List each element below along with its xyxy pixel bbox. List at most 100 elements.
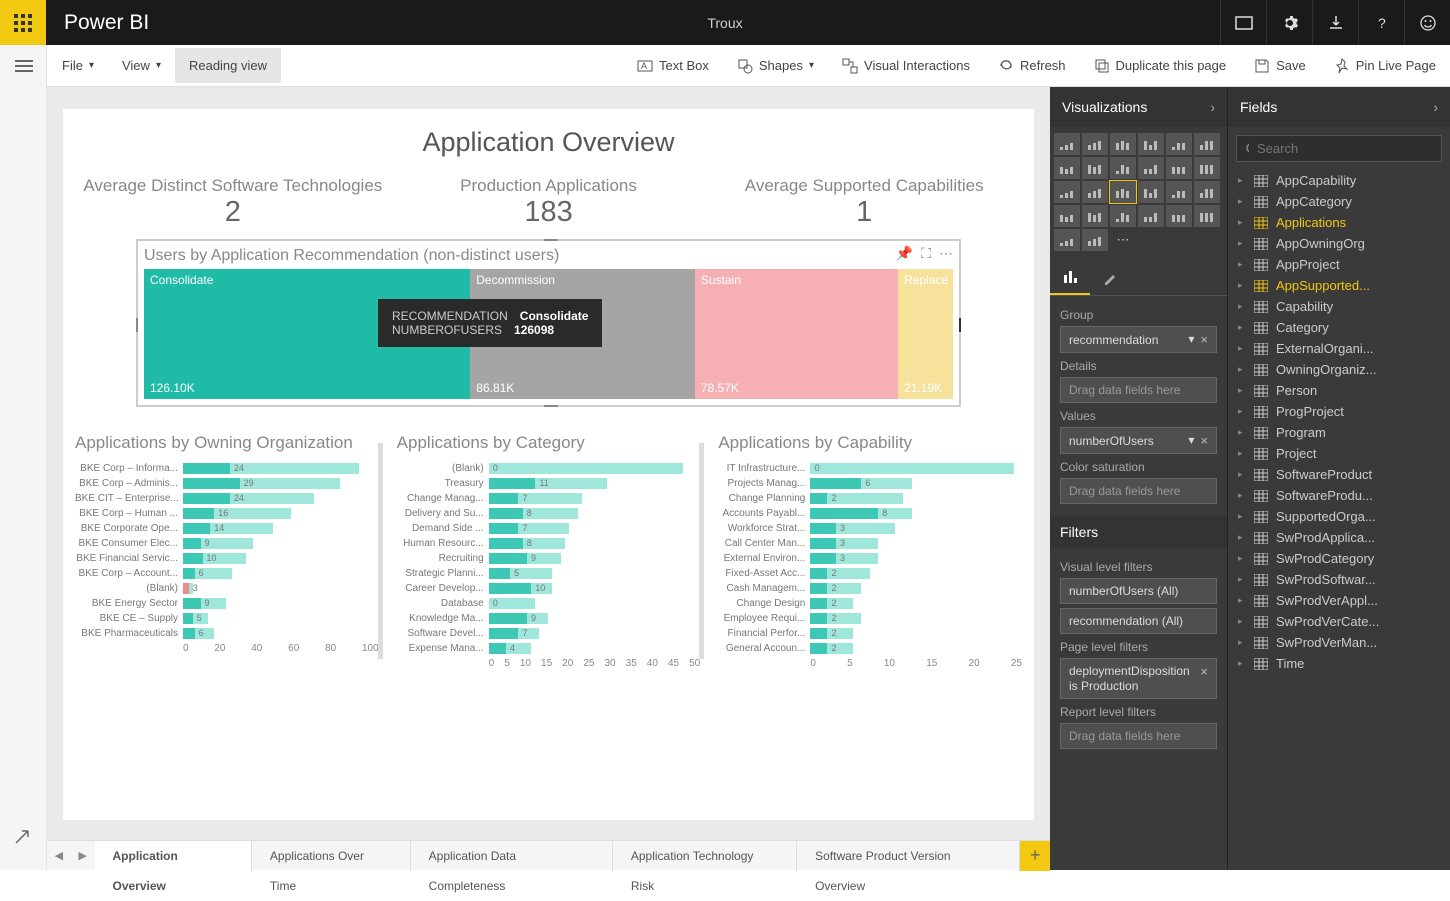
reading-view-button[interactable]: Reading view [175, 48, 281, 83]
bar-row[interactable]: Recruiting9 [397, 551, 701, 566]
page-tab[interactable]: Application Data Completeness [411, 841, 613, 871]
bar-row[interactable]: Change Manag...7 [397, 491, 701, 506]
field-table[interactable]: ▸Project [1228, 443, 1450, 464]
bar-chart-capability[interactable]: Applications by Capability IT Infrastruc… [718, 433, 1022, 669]
bar-row[interactable]: Employee Requi...2 [718, 611, 1022, 626]
field-table[interactable]: ▸Category [1228, 317, 1450, 338]
treemap-visual[interactable]: 📌 ⛶ ⋯ Users by Application Recommendatio… [136, 239, 961, 407]
viz-more-icon[interactable]: ⋯ [1110, 229, 1136, 251]
field-table[interactable]: ▸ProgProject [1228, 401, 1450, 422]
field-table[interactable]: ▸SoftwareProduct [1228, 464, 1450, 485]
format-tab[interactable] [1090, 261, 1130, 295]
field-table[interactable]: ▸SwProdVerMan... [1228, 632, 1450, 653]
viz-type-icon[interactable] [1110, 157, 1136, 179]
viz-type-icon[interactable] [1138, 205, 1164, 227]
viz-type-icon[interactable] [1054, 157, 1080, 179]
remove-icon[interactable]: × [1200, 664, 1208, 679]
bar-row[interactable]: BKE Corp – Account...6 [75, 566, 379, 581]
bar-row[interactable]: IT Infrastructure...0 [718, 461, 1022, 476]
view-menu[interactable]: View▾ [108, 48, 175, 83]
field-table[interactable]: ▸SwProdVerAppl... [1228, 590, 1450, 611]
bar-chart-category[interactable]: Applications by Category (Blank)0Treasur… [397, 433, 701, 669]
bar-row[interactable]: BKE Consumer Elec...9 [75, 536, 379, 551]
viz-type-icon[interactable] [1194, 205, 1220, 227]
viz-header[interactable]: Visualizations› [1050, 87, 1227, 127]
field-table[interactable]: ▸SoftwareProdu... [1228, 485, 1450, 506]
feedback-icon[interactable] [1404, 0, 1450, 45]
bar-row[interactable]: BKE Corporate Ope...14 [75, 521, 379, 536]
add-page-button[interactable]: + [1020, 841, 1050, 871]
tab-next[interactable]: ▶ [71, 841, 95, 871]
duplicate-button[interactable]: Duplicate this page [1080, 48, 1241, 84]
more-icon[interactable]: ⋯ [939, 245, 953, 262]
bar-row[interactable]: Career Develop...10 [397, 581, 701, 596]
bar-row[interactable]: Knowledge Ma...9 [397, 611, 701, 626]
field-table[interactable]: ▸SwProdVerCate... [1228, 611, 1450, 632]
bar-row[interactable]: Call Center Man...3 [718, 536, 1022, 551]
bar-row[interactable]: Software Devel...7 [397, 626, 701, 641]
bar-row[interactable]: Database0 [397, 596, 701, 611]
viz-type-icon[interactable] [1054, 205, 1080, 227]
field-table[interactable]: ▸AppOwningOrg [1228, 233, 1450, 254]
pin-visual-icon[interactable]: 📌 [896, 245, 913, 262]
kpi-card[interactable]: Production Applications183 [391, 176, 707, 229]
viz-type-icon[interactable] [1138, 157, 1164, 179]
field-table[interactable]: ▸AppSupported... [1228, 275, 1450, 296]
pin-button[interactable]: Pin Live Page [1320, 48, 1450, 84]
app-launcher[interactable] [0, 0, 46, 45]
viz-type-icon[interactable] [1054, 133, 1080, 155]
bar-row[interactable]: Strategic Planni...5 [397, 566, 701, 581]
report-filter-well[interactable]: Drag data fields here [1060, 723, 1217, 749]
bar-row[interactable]: Change Planning2 [718, 491, 1022, 506]
field-table[interactable]: ▸Time [1228, 653, 1450, 674]
bar-row[interactable]: General Accoun...2 [718, 641, 1022, 656]
viz-type-icon[interactable] [1082, 229, 1108, 251]
field-table[interactable]: ▸OwningOrganiz... [1228, 359, 1450, 380]
bar-row[interactable]: (Blank)3 [75, 581, 379, 596]
page-tab[interactable]: Software Product Version Overview [797, 841, 1020, 871]
bar-row[interactable]: BKE CIT – Enterprise...24 [75, 491, 379, 506]
bar-row[interactable]: BKE Energy Sector9 [75, 596, 379, 611]
viz-type-icon[interactable] [1082, 157, 1108, 179]
bar-chart-org[interactable]: Applications by Owning Organization BKE … [75, 433, 379, 669]
focus-mode-icon[interactable]: ⛶ [921, 245, 931, 262]
bar-row[interactable]: Change Design2 [718, 596, 1022, 611]
bar-row[interactable]: Fixed-Asset Acc...2 [718, 566, 1022, 581]
bar-row[interactable]: BKE Corp – Adminis...29 [75, 476, 379, 491]
textbox-button[interactable]: AText Box [623, 48, 723, 84]
viz-type-icon[interactable] [1138, 181, 1164, 203]
page-tab[interactable]: Application Technology Risk [613, 841, 797, 871]
viz-type-icon[interactable] [1138, 133, 1164, 155]
values-well[interactable]: numberOfUsers▾× [1060, 427, 1217, 454]
bar-row[interactable]: Delivery and Su...8 [397, 506, 701, 521]
help-icon[interactable]: ? [1358, 0, 1404, 45]
viz-type-icon[interactable] [1110, 205, 1136, 227]
nav-toggle[interactable] [0, 45, 47, 87]
field-table[interactable]: ▸AppProject [1228, 254, 1450, 275]
remove-icon[interactable]: × [1200, 433, 1208, 448]
field-table[interactable]: ▸Person [1228, 380, 1450, 401]
bar-row[interactable]: Expense Mana...4 [397, 641, 701, 656]
bar-row[interactable]: BKE Corp – Human ...16 [75, 506, 379, 521]
bar-row[interactable]: External Environ...3 [718, 551, 1022, 566]
bar-row[interactable]: Demand Side ...7 [397, 521, 701, 536]
bar-row[interactable]: Projects Manag...6 [718, 476, 1022, 491]
tab-prev[interactable]: ◀ [47, 841, 71, 871]
page-tab[interactable]: Applications Over Time [252, 841, 411, 871]
bar-row[interactable]: Accounts Payabl...8 [718, 506, 1022, 521]
save-button[interactable]: Save [1240, 48, 1320, 84]
search-input[interactable] [1257, 141, 1433, 156]
viz-type-icon[interactable] [1110, 181, 1136, 203]
remove-icon[interactable]: × [1200, 332, 1208, 347]
field-table[interactable]: ▸Program [1228, 422, 1450, 443]
fields-header[interactable]: Fields› [1228, 87, 1450, 127]
viz-type-icon[interactable] [1054, 229, 1080, 251]
field-table[interactable]: ▸AppCategory [1228, 191, 1450, 212]
bar-row[interactable]: Workforce Strat...3 [718, 521, 1022, 536]
treemap-cell[interactable]: Sustain78.57K [695, 269, 898, 399]
file-menu[interactable]: File▾ [48, 48, 108, 83]
kpi-card[interactable]: Average Supported Capabilities1 [706, 176, 1022, 229]
field-table[interactable]: ▸SupportedOrga... [1228, 506, 1450, 527]
page-filter[interactable]: deploymentDisposition×is Production [1060, 658, 1217, 699]
field-table[interactable]: ▸SwProdCategory [1228, 548, 1450, 569]
